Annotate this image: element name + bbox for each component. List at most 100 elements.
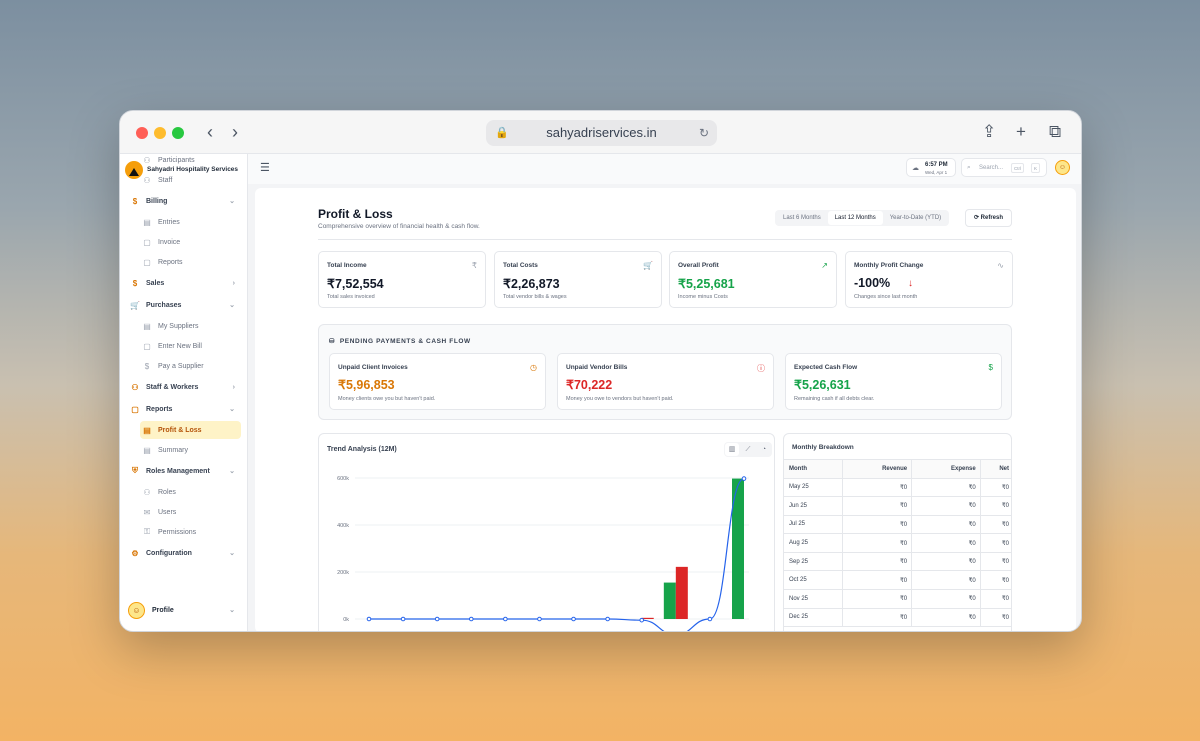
- sidebar-item-users[interactable]: ✉ Users: [140, 503, 241, 521]
- refresh-icon: ⟳: [973, 215, 979, 221]
- chevron-down-icon: ⌄: [229, 198, 235, 205]
- pending-card-expected-cash-flow: Expected Cash Flow ₹5,26,631 Remaining cas…: [785, 353, 1002, 410]
- profit-loss-icon: ▤: [143, 425, 151, 435]
- monthly-breakdown-card: Monthly Breakdown Month Revenue Expense Net…: [783, 433, 1012, 631]
- table-cell: ₹0: [980, 496, 1011, 516]
- kpi-subtext: Total vendor bills & wages: [503, 294, 567, 300]
- profile-menu[interactable]: ☺ Profile ⌄: [128, 599, 241, 621]
- table-row[interactable]: Jun 25 ₹0 ₹0 ₹0: [784, 496, 1011, 516]
- sidebar-item-staff-workers[interactable]: ⚇ Staff & Workers ›: [128, 378, 241, 396]
- maximize-window-button[interactable]: [172, 127, 184, 139]
- table-cell: ₹0: [842, 478, 913, 498]
- configuration-icon: ⚙: [131, 548, 139, 558]
- browser-window: ‹ › 🔒 sahyadriservices.in ↻ ⇪ + ⧉ Sahyad…: [119, 110, 1082, 632]
- table-row[interactable]: Nov 25 ₹0 ₹0 ₹0: [784, 589, 1011, 609]
- table-cell: Nov 25: [784, 589, 843, 609]
- rupee-icon: ₹: [471, 261, 477, 270]
- share-icon[interactable]: ⇪: [982, 122, 996, 142]
- table-cell: Jul 25: [784, 515, 843, 535]
- table-cell: ₹0: [980, 533, 1011, 553]
- clock-time: 6:57 PM: [925, 162, 948, 168]
- table-cell: ₹0: [911, 478, 981, 498]
- range-ytd[interactable]: Year-to-Date (YTD): [883, 211, 948, 225]
- pending-label: Unpaid Client Invoices: [338, 364, 408, 371]
- table-cell: ₹0: [980, 570, 1011, 591]
- main-content: Profit & Loss Comprehensive overview of …: [255, 188, 1076, 631]
- sidebar-item-enter-new-bill[interactable]: ▢ Enter New Bill: [140, 337, 241, 355]
- enter-new-bill-icon: ▢: [143, 341, 151, 351]
- entries-icon: ▤: [143, 217, 151, 227]
- back-icon[interactable]: ‹: [207, 122, 213, 143]
- sidebar-item-participants[interactable]: ⚇ Participants: [140, 154, 241, 169]
- refresh-button[interactable]: ⟳ Refresh: [965, 209, 1012, 227]
- kpi-subtext: Changes since last month: [854, 294, 918, 300]
- sidebar-item-label: Users: [158, 508, 177, 516]
- chevron-right-icon: ›: [232, 383, 235, 391]
- table-row[interactable]: May 25 ₹0 ₹0 ₹0: [784, 478, 1011, 498]
- sidebar-item-entries[interactable]: ▤ Entries: [140, 213, 241, 231]
- net-point: [434, 616, 440, 622]
- pending-label: Unpaid Vendor Bills: [566, 364, 628, 371]
- sidebar-item-staff[interactable]: ⚇ Staff: [140, 171, 241, 189]
- forward-icon[interactable]: ›: [232, 122, 238, 143]
- kpi-value: -100%: [854, 276, 891, 290]
- column-header[interactable]: Net: [980, 460, 1011, 479]
- range-last-12-months[interactable]: Last 12 Months: [827, 211, 883, 225]
- table-cell: Oct 25: [784, 570, 843, 591]
- pending-value: ₹5,96,853: [338, 378, 395, 392]
- pending-value: ₹70,222: [566, 378, 613, 392]
- net-point: [741, 476, 747, 481]
- sidebar-item-roles[interactable]: ⚇ Roles: [140, 483, 241, 501]
- sidebar: Sahyadri Hospitality Services ⚇ Participa…: [120, 154, 248, 631]
- sidebar-item-summary[interactable]: ▤ Summary: [140, 441, 241, 459]
- pending-subtext: Money clients owe you but haven't paid.: [338, 396, 436, 402]
- table-cell: ₹0: [911, 552, 981, 572]
- sidebar-item-pay-a-supplier[interactable]: $ Pay a Supplier: [140, 357, 241, 375]
- tabs-overview-icon[interactable]: ⧉: [1049, 122, 1061, 142]
- sidebar-item-sales[interactable]: $ Sales ›: [128, 274, 241, 292]
- minimize-window-button[interactable]: [154, 127, 166, 139]
- close-window-button[interactable]: [136, 127, 148, 139]
- table-row[interactable]: Sep 25 ₹0 ₹0 ₹0: [784, 552, 1011, 572]
- column-header[interactable]: Expense: [911, 460, 981, 479]
- sidebar-item-purchases[interactable]: 🛒 Purchases ⌄: [128, 296, 241, 314]
- y-tick-label: 0k: [343, 617, 349, 623]
- range-last-6-months[interactable]: Last 6 Months: [776, 211, 828, 225]
- net-point: [537, 616, 542, 622]
- sidebar-item-invoice[interactable]: ▢ Invoice: [140, 233, 241, 251]
- table-cell: ₹0: [842, 608, 913, 628]
- sidebar-item-label: Billing: [146, 197, 168, 205]
- table-row[interactable]: Jul 25 ₹0 ₹0 ₹0: [784, 515, 1011, 535]
- table-cell: Aug 25: [784, 533, 843, 553]
- sidebar-item-reports[interactable]: ▢ Reports ⌄: [128, 400, 241, 418]
- address-bar[interactable]: 🔒 sahyadriservices.in ↻: [486, 120, 717, 146]
- new-tab-icon[interactable]: +: [1016, 122, 1026, 142]
- activity-icon: ∿: [997, 261, 1004, 270]
- sidebar-item-reports[interactable]: ▢ Reports: [140, 253, 241, 271]
- reports-icon: ▢: [131, 404, 139, 414]
- dollar-icon: $: [988, 363, 993, 372]
- table-row[interactable]: Oct 25 ₹0 ₹0 ₹0: [784, 570, 1011, 591]
- user-avatar[interactable]: ☺: [1055, 160, 1070, 175]
- table-cell: May 25: [784, 478, 843, 498]
- column-header[interactable]: Month: [784, 460, 843, 479]
- roles-icon: ⚇: [143, 487, 151, 497]
- table-row[interactable]: Dec 25 ₹0 ₹0 ₹0: [784, 608, 1011, 628]
- reload-icon[interactable]: ↻: [699, 120, 709, 146]
- table-cell: ₹0: [980, 608, 1011, 628]
- sidebar-item-profit-loss[interactable]: ▤ Profit & Loss: [140, 421, 241, 439]
- sidebar-item-roles-management[interactable]: ⛨ Roles Management ⌄: [128, 462, 241, 480]
- table-row[interactable]: Aug 25 ₹0 ₹0 ₹0: [784, 533, 1011, 553]
- menu-icon[interactable]: ☰: [260, 161, 270, 174]
- sidebar-item-my-suppliers[interactable]: ▤ My Suppliers: [140, 317, 241, 335]
- sidebar-item-billing[interactable]: $ Billing ⌄: [128, 192, 241, 210]
- table-cell: ₹0: [980, 515, 1011, 535]
- search-input[interactable]: ⌕ Search... Ctrl K: [961, 158, 1047, 177]
- sidebar-item-configuration[interactable]: ⚙ Configuration ⌄: [128, 544, 241, 562]
- sidebar-item-label: Purchases: [146, 301, 182, 309]
- bank-icon: ⛁: [329, 338, 336, 345]
- sidebar-item-permissions[interactable]: ⚿ Permissions: [140, 523, 241, 541]
- arrow-down-icon: ↓: [908, 278, 913, 289]
- column-header[interactable]: Revenue: [842, 460, 913, 479]
- summary-icon: ▤: [143, 445, 151, 455]
